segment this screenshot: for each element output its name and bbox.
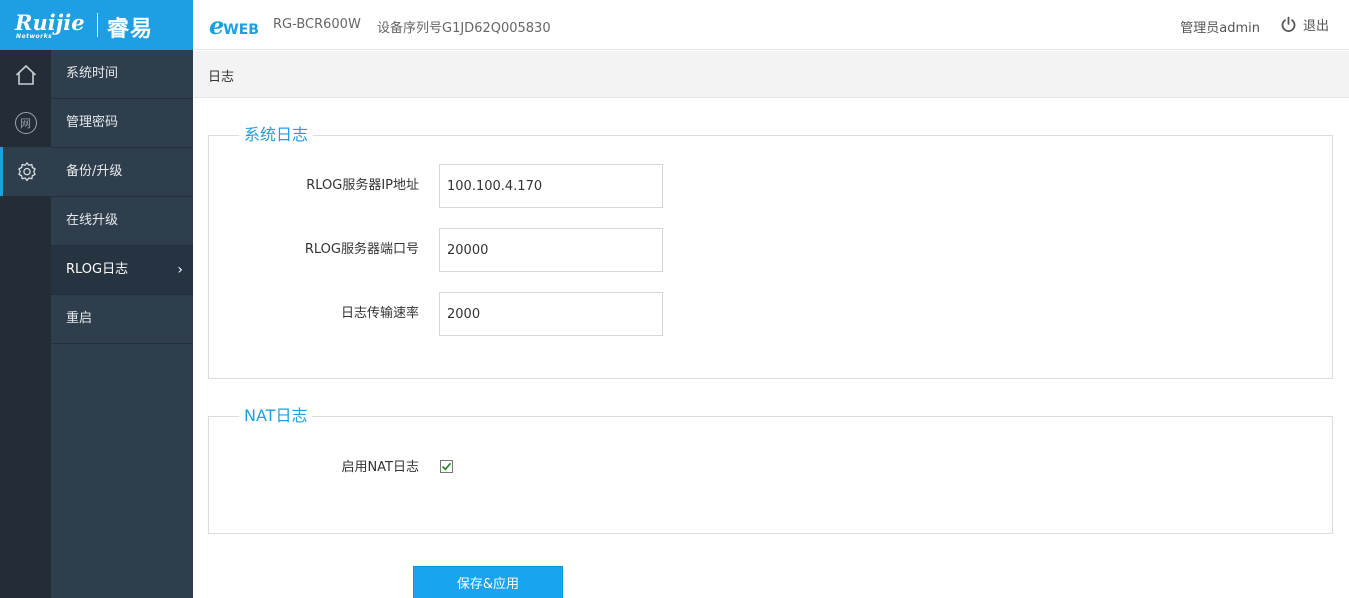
rlog-port-input[interactable]: [439, 228, 663, 272]
nat-enable-row: 启用NAT日志: [209, 460, 1332, 476]
submenu-item-admin-password[interactable]: 管理密码: [51, 99, 193, 148]
logo-cn-text: 睿易: [107, 17, 154, 42]
rail-network[interactable]: 网: [0, 98, 51, 147]
rlog-ip-input[interactable]: [439, 164, 663, 208]
submenu: 系统时间 管理密码 备份/升级 在线升级 RLOG日志 › 重启: [51, 50, 193, 598]
breadcrumb: 日志: [193, 51, 1349, 98]
log-rate-label: 日志传输速率: [340, 306, 419, 321]
device-serial: 设备序列号G1JD62Q005830: [377, 21, 551, 36]
device-model: RG-BCR600W: [273, 17, 361, 32]
rlog-ip-label: RLOG服务器IP地址: [306, 178, 419, 193]
top-header: Ruijie Networks 睿易 eWEB RG-BCR600W 设备序列号…: [0, 0, 1349, 50]
logout-button[interactable]: 退出: [1280, 15, 1329, 34]
submenu-item-online-upgrade[interactable]: 在线升级: [51, 197, 193, 246]
submenu-item-label: 在线升级: [66, 213, 119, 228]
rlog-port-label: RLOG服务器端口号: [304, 242, 419, 257]
logo-sub-text: Networks: [16, 33, 53, 40]
log-rate-row: 日志传输速率: [209, 292, 1332, 336]
page-title: 日志: [208, 70, 235, 85]
log-rate-input[interactable]: [439, 292, 663, 336]
nat-enable-checkbox[interactable]: [440, 460, 453, 473]
syslog-panel: 系统日志 RLOG服务器IP地址 RLOG服务器端口号 日志传输速率: [208, 125, 1333, 379]
submenu-item-label: RLOG日志: [66, 262, 129, 277]
submenu-item-label: 系统时间: [66, 66, 119, 81]
logo-separator: [97, 13, 98, 37]
save-apply-button[interactable]: 保存&应用: [413, 566, 563, 598]
brand-logo: Ruijie Networks 睿易: [0, 0, 193, 50]
chevron-right-icon: ›: [177, 262, 183, 278]
checkmark-icon: [441, 462, 452, 471]
rail-home[interactable]: [0, 50, 51, 99]
network-icon: 网: [14, 111, 37, 134]
logout-label: 退出: [1302, 19, 1329, 34]
submenu-item-reboot[interactable]: 重启: [51, 295, 193, 344]
natlog-legend: NAT日志: [239, 406, 313, 426]
syslog-legend: 系统日志: [239, 125, 314, 145]
natlog-panel: NAT日志 启用NAT日志: [208, 406, 1333, 534]
submenu-item-label: 重启: [66, 311, 93, 326]
submenu-item-label: 管理密码: [66, 115, 119, 130]
submenu-item-system-time[interactable]: 系统时间: [51, 50, 193, 99]
rlog-ip-row: RLOG服务器IP地址: [209, 164, 1332, 208]
submenu-item-rlog[interactable]: RLOG日志 ›: [51, 246, 193, 295]
submenu-item-label: 备份/升级: [66, 164, 123, 179]
eweb-e: e: [209, 11, 225, 40]
power-icon: [1281, 16, 1296, 32]
logo-main-text: Ruijie: [15, 10, 85, 35]
eweb-logo: eWEB: [209, 11, 259, 40]
rail-system[interactable]: [0, 147, 51, 196]
submenu-item-backup-upgrade[interactable]: 备份/升级: [51, 148, 193, 197]
gear-icon: [18, 161, 36, 181]
admin-user-label: 管理员admin: [1180, 21, 1260, 36]
eweb-w: WEB: [223, 22, 259, 38]
rlog-port-row: RLOG服务器端口号: [209, 228, 1332, 272]
nat-enable-label: 启用NAT日志: [341, 460, 419, 475]
home-icon: [15, 64, 36, 85]
icon-rail: 网: [0, 50, 51, 598]
